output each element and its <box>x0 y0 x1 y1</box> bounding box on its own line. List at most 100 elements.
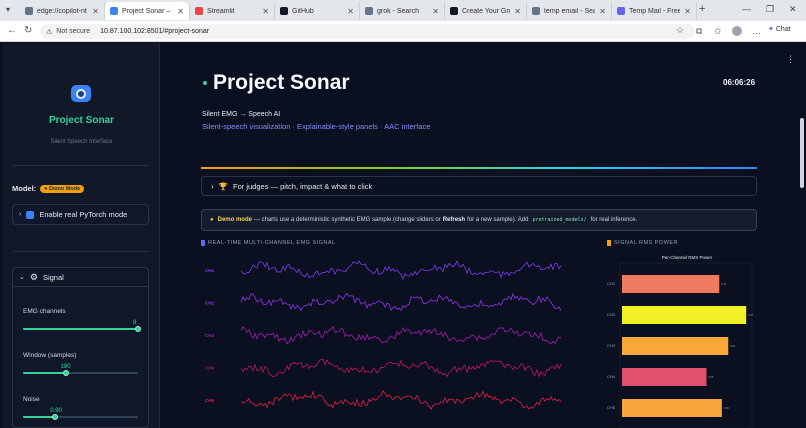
close-tab-icon[interactable]: ✕ <box>347 7 354 16</box>
rms-chart: Per-Channel RMS Power CH1 0.76 CH2 0.97 CH3 0.… <box>607 255 754 428</box>
wave-icon <box>201 240 205 246</box>
close-tab-icon[interactable]: ✕ <box>684 7 691 16</box>
emg-heading: REAL-TIME MULTI-CHANNEL EMG SIGNAL <box>201 240 336 246</box>
slider-fill <box>23 328 138 330</box>
emg-series-line <box>240 292 562 312</box>
divider <box>13 165 149 166</box>
model-badge: ● Demo Mode <box>40 184 85 193</box>
signal-expander[interactable]: ⌄ ⚙ Signal EMG channels 8 Window (samples) 18… <box>12 267 149 428</box>
profile-avatar[interactable] <box>732 26 742 36</box>
rms-value-label: 0.83 <box>730 345 735 348</box>
slider-handle[interactable] <box>135 326 141 332</box>
model-label: Model: <box>12 184 37 193</box>
rms-bar <box>622 275 720 293</box>
pytorch-icon <box>26 210 35 219</box>
tab[interactable]: grok - Search ✕ <box>360 2 445 20</box>
close-tab-icon[interactable]: ✕ <box>514 7 521 16</box>
rms-category-label: CH1 <box>607 281 616 286</box>
close-tab-icon[interactable]: ✕ <box>262 7 269 16</box>
close-tab-icon[interactable]: ✕ <box>432 7 439 16</box>
close-tab-icon[interactable]: ✕ <box>599 7 606 16</box>
slider-fill <box>23 372 66 374</box>
app-menu-icon[interactable]: ⋮ <box>786 54 795 65</box>
tab-actions-icon[interactable]: ▾ <box>6 5 10 14</box>
close-tab-icon[interactable]: ✕ <box>177 7 184 16</box>
info-icon: ● <box>210 217 214 223</box>
tab[interactable]: edge://copilot-nt ✕ <box>20 2 105 20</box>
close-window-icon[interactable]: ✕ <box>789 4 797 15</box>
bolt-icon <box>607 240 611 246</box>
emg-channel-label: CH4 <box>205 366 214 371</box>
brand-title: Project Sonar <box>48 115 115 126</box>
slider[interactable]: Noise 0.90 <box>23 396 141 420</box>
star-icon[interactable]: ☆ <box>676 25 684 36</box>
rms-bar <box>622 306 747 324</box>
tab[interactable]: Project Sonar – Sile ✕ <box>105 2 190 20</box>
search-icon <box>532 7 540 15</box>
new-tab-button[interactable]: + <box>699 3 705 15</box>
tab[interactable]: Temp Mail - Free D✕ <box>612 2 697 20</box>
pytorch-expander[interactable]: › Enable real PyTorch mode <box>12 204 149 225</box>
slider-value: 8 <box>133 320 137 326</box>
chevron-right-icon: › <box>211 181 214 191</box>
slider-handle[interactable] <box>52 414 59 420</box>
tab[interactable]: Create Your Grok A ✕ <box>445 2 527 20</box>
page-icon <box>25 7 33 15</box>
rms-heading: SIGNAL RMS POWER <box>607 240 678 246</box>
address-bar[interactable]: ⚠ Not secure 10.87.100.102:8501/#project… <box>40 24 695 39</box>
rms-category-label: CH3 <box>607 343 616 348</box>
rms-category-label: CH2 <box>607 312 616 317</box>
signal-label: Signal <box>42 272 64 282</box>
trophy-icon: 🏆 <box>218 181 229 191</box>
slider-value: 0.90 <box>50 408 62 414</box>
maximize-icon[interactable]: ❐ <box>766 4 774 15</box>
emg-series-line <box>240 326 562 345</box>
favorites-icon[interactable]: ✩ <box>714 26 722 37</box>
sidebar: Project Sonar Silent Speech Interface Mo… <box>3 43 160 428</box>
back-icon[interactable]: ← <box>7 25 17 36</box>
slider-handle[interactable] <box>62 370 69 376</box>
demo-refresh: Refresh <box>442 217 466 223</box>
demo-code: pretrained_models/ <box>530 217 589 223</box>
minimize-icon[interactable]: — <box>742 4 751 14</box>
tab[interactable]: Streamlit ✕ <box>190 2 275 20</box>
mail-icon <box>617 7 625 15</box>
chat-button[interactable]: ✦ Chat <box>768 25 791 34</box>
warning-icon: ⚠ <box>46 28 53 36</box>
tab-label: Create Your Grok A <box>462 7 510 15</box>
tab-bar: ▾ edge://copilot-nt✕Project Sonar – Sile… <box>0 0 806 21</box>
emg-channel-label: CH1 <box>205 268 214 273</box>
demo-text-1: — charts use a deterministic synthetic E… <box>253 217 441 223</box>
extensions-icon[interactable]: ⧉ <box>696 26 702 37</box>
rms-chart-title: Per-Channel RMS Power <box>662 255 713 260</box>
clock: 06:06:26 <box>723 78 756 87</box>
rms-value-label: 0.76 <box>721 283 726 286</box>
more-icon[interactable]: … <box>752 26 761 36</box>
close-tab-icon[interactable]: ✕ <box>92 7 99 16</box>
url-text[interactable]: 10.87.100.102:8501/#project-sonar <box>100 28 209 35</box>
brand-subtitle: Silent Speech Interface <box>50 139 113 145</box>
emg-chart: CH1 CH2 CH3 CH4 CH5 <box>205 260 562 410</box>
tab[interactable]: temp email - Searc ✕ <box>527 2 612 20</box>
demo-bold: Demo mode <box>217 217 252 223</box>
search-icon <box>365 7 373 15</box>
rms-value-label: 0.66 <box>708 376 713 379</box>
rms-category-label: CH4 <box>607 374 616 379</box>
chat-label: Chat <box>775 25 791 33</box>
rms-bar <box>622 399 722 417</box>
tab[interactable]: GitHub ✕ <box>275 2 360 20</box>
judges-expander[interactable]: › 🏆 For judges — pitch, impact & what to… <box>201 176 757 196</box>
sonar-icon <box>110 7 118 15</box>
reload-icon[interactable]: ↻ <box>24 25 32 36</box>
slider[interactable]: EMG channels 8 <box>23 308 141 332</box>
demo-text-3: for real inference. <box>590 217 638 223</box>
tab-label: temp email - Searc <box>544 7 595 15</box>
grok-icon <box>450 7 458 15</box>
security-label: Not secure <box>56 28 91 35</box>
page-title: Project Sonar <box>213 71 350 94</box>
slider[interactable]: Window (samples) 180 <box>23 352 141 376</box>
pytorch-label: Enable real PyTorch mode <box>39 210 128 219</box>
streamlit-icon <box>195 7 203 15</box>
scrollbar[interactable] <box>800 118 804 188</box>
gear-icon: ⚙ <box>29 271 38 282</box>
